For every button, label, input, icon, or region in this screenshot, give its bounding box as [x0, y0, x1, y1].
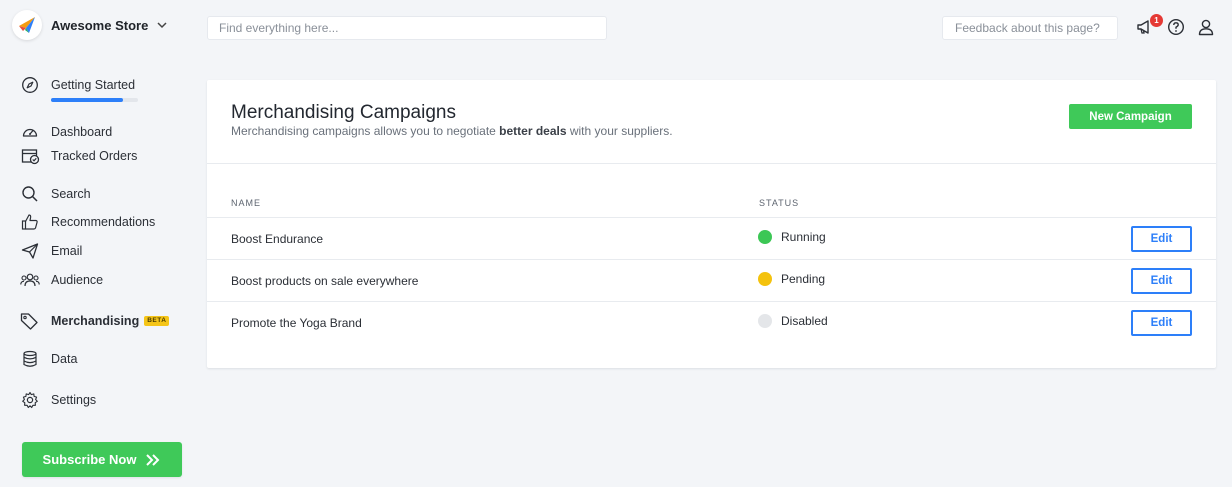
status-dot — [758, 314, 772, 328]
table-row: Promote the Yoga Brand Disabled Edit — [207, 302, 1216, 344]
paper-plane-icon — [20, 241, 40, 261]
sidebar-item-label: Merchandising — [51, 314, 140, 328]
chevron-down-icon — [156, 19, 168, 31]
tag-icon — [20, 311, 40, 331]
column-header-status: STATUS — [759, 198, 800, 208]
sidebar: Getting Started Dashboard Tracked Orders — [0, 56, 195, 487]
status-dot — [758, 230, 772, 244]
feedback-input[interactable] — [942, 16, 1118, 40]
sidebar-item-getting-started[interactable]: Getting Started — [20, 75, 135, 95]
edit-button[interactable]: Edit — [1131, 226, 1192, 252]
double-chevron-right-icon — [145, 453, 161, 467]
subtitle-emphasis: better deals — [499, 124, 567, 138]
search-icon — [20, 184, 40, 204]
sidebar-item-label: Getting Started — [51, 78, 136, 92]
status-cell: Pending — [758, 272, 825, 286]
edit-button[interactable]: Edit — [1131, 268, 1192, 294]
campaigns-table: NAME STATUS Boost Endurance Running Edit… — [207, 192, 1216, 344]
new-campaign-button[interactable]: New Campaign — [1069, 104, 1192, 129]
subtitle-text: Merchandising campaigns allows you to ne… — [231, 124, 500, 138]
sidebar-item-merchandising[interactable]: Merchandising BETA — [20, 311, 170, 331]
subscribe-now-button[interactable]: Subscribe Now — [22, 442, 182, 477]
status-text: Running — [781, 230, 826, 244]
subscribe-label: Subscribe Now — [42, 452, 137, 467]
compass-icon — [20, 75, 40, 95]
database-icon — [20, 349, 40, 369]
gear-icon — [20, 390, 40, 410]
top-bar: Awesome Store 1 — [0, 0, 1232, 56]
status-text: Pending — [781, 272, 826, 286]
gauge-icon — [20, 122, 40, 142]
notification-badge: 1 — [1150, 14, 1163, 27]
sidebar-item-label: Tracked Orders — [51, 149, 138, 163]
sidebar-item-recommendations[interactable]: Recommendations — [20, 212, 155, 232]
sidebar-item-label: Recommendations — [51, 215, 156, 229]
help-icon[interactable] — [1167, 18, 1185, 36]
sidebar-item-settings[interactable]: Settings — [20, 390, 96, 410]
page-title: Merchandising Campaigns — [231, 102, 456, 123]
store-name: Awesome Store — [51, 17, 149, 33]
status-text: Disabled — [781, 314, 828, 328]
edit-button[interactable]: Edit — [1131, 310, 1192, 336]
status-cell: Running — [758, 230, 826, 244]
progress-fill — [51, 98, 124, 102]
table-row: Boost Endurance Running Edit — [207, 218, 1216, 260]
campaign-name[interactable]: Boost products on sale everywhere — [231, 274, 418, 288]
sidebar-item-label: Data — [51, 352, 78, 366]
campaign-name[interactable]: Promote the Yoga Brand — [231, 316, 362, 330]
sidebar-item-label: Audience — [51, 273, 104, 287]
campaign-name[interactable]: Boost Endurance — [231, 232, 323, 246]
table-row: Boost products on sale everywhere Pendin… — [207, 260, 1216, 302]
page-subtitle: Merchandising campaigns allows you to ne… — [231, 124, 673, 138]
store-switcher[interactable]: Awesome Store — [12, 10, 168, 40]
sidebar-item-label: Dashboard — [51, 125, 113, 139]
card-header: Merchandising Campaigns Merchandising ca… — [207, 80, 1216, 164]
sidebar-item-label: Email — [51, 244, 83, 258]
sidebar-item-label: Settings — [51, 393, 97, 407]
search-input[interactable] — [207, 16, 607, 40]
column-header-name: NAME — [231, 198, 262, 208]
beta-badge: BETA — [144, 316, 170, 326]
sidebar-item-label: Search — [51, 187, 91, 201]
store-logo — [12, 10, 42, 40]
user-icon[interactable] — [1197, 18, 1215, 36]
thumbs-up-icon — [20, 212, 40, 232]
sidebar-item-audience[interactable]: Audience — [20, 270, 103, 290]
box-check-icon — [20, 146, 40, 166]
table-header: NAME STATUS — [207, 192, 1216, 218]
sidebar-item-email[interactable]: Email — [20, 241, 82, 261]
getting-started-progress — [51, 98, 138, 102]
status-dot — [758, 272, 772, 286]
sidebar-item-data[interactable]: Data — [20, 349, 77, 369]
status-cell: Disabled — [758, 314, 828, 328]
users-icon — [20, 270, 40, 290]
sidebar-item-dashboard[interactable]: Dashboard — [20, 122, 112, 142]
sidebar-item-search[interactable]: Search — [20, 184, 91, 204]
campaigns-card: Merchandising Campaigns Merchandising ca… — [207, 80, 1216, 368]
subtitle-text-end: with your suppliers. — [566, 124, 673, 138]
sidebar-item-tracked-orders[interactable]: Tracked Orders — [20, 146, 137, 166]
